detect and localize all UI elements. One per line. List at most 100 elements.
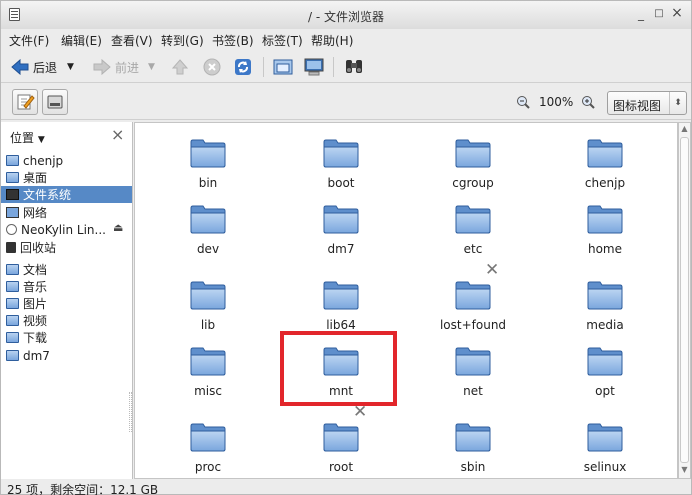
sidebar-item-desktop[interactable]: 桌面 [6,169,132,186]
up-arrow-icon [172,59,188,75]
search-button[interactable] [344,55,364,79]
folder-icon [587,280,623,310]
menu-help[interactable]: 帮助(H) [311,32,353,49]
edit-pencil-icon [17,94,35,110]
sidebar-mode-label: 位置 [10,131,35,145]
sidebar-item-videos[interactable]: 视频 [6,312,132,329]
folder-icon [323,204,359,234]
folder-item[interactable]: bin [153,132,263,196]
title-bar[interactable]: / - 文件浏览器 _ □ × [1,1,691,29]
folder-item[interactable]: dev [153,198,263,262]
zoom-level[interactable]: 100% [539,95,573,109]
folder-icon [323,280,359,310]
scroll-up-icon[interactable]: ▲ [679,124,690,136]
folder-item[interactable]: dm7 [286,198,396,262]
menu-go[interactable]: 转到(G) [161,32,204,49]
folder-item[interactable]: chenjp [550,132,660,196]
sidebar-header: 位置 ▼ × [1,122,132,146]
places-sidebar: 位置 ▼ × chenjp 桌面 文件系统 网络 NeoKylin Lin...… [1,122,133,479]
close-sidebar-icon[interactable]: × [111,125,124,144]
menu-tabs[interactable]: 标签(T) [262,32,303,49]
menu-edit[interactable]: 编辑(E) [61,32,102,49]
back-label: 后退 [33,60,58,75]
sidebar-item-label: 桌面 [23,171,48,185]
scroll-down-icon[interactable]: ▼ [679,465,690,477]
minimize-button[interactable]: _ [634,7,648,21]
view-mode-select[interactable]: 图标视图 ⬍ [607,91,687,115]
edit-location-button[interactable] [12,89,38,115]
file-icon-view[interactable]: bin boot cgroup chenjp dev dm7 etc home … [134,122,678,479]
folder-item[interactable]: lib64 [286,274,396,338]
vertical-scrollbar[interactable]: ▲ ▼ [678,122,691,479]
up-button[interactable] [172,55,188,79]
folder-item[interactable]: etc [418,198,528,262]
folder-item[interactable]: boot [286,132,396,196]
binoculars-icon [346,60,362,73]
folder-icon [455,204,491,234]
maximize-button[interactable]: □ [652,8,666,19]
sidebar-item-filesystem[interactable]: 文件系统 [1,186,132,203]
back-button[interactable]: 后退 [11,55,57,79]
folder-item[interactable]: opt [550,340,660,404]
folder-item[interactable]: home [550,198,660,262]
zoom-in-button[interactable] [581,95,595,112]
path-bar-button[interactable] [42,89,68,115]
select-arrows-icon: ⬍ [669,92,686,114]
sidebar-item-neokylin-disc[interactable]: NeoKylin Lin... ⏏ [6,221,132,238]
sidebar-item-label: dm7 [23,348,50,363]
folder-item[interactable]: sbin [418,416,528,480]
folder-item[interactable]: root ✕ [286,402,396,480]
folder-name: opt [595,384,615,398]
reload-button[interactable] [234,55,252,79]
sidebar-item-music[interactable]: 音乐 [6,278,132,295]
folder-name: etc [463,242,483,256]
zoom-out-button[interactable] [516,95,530,112]
folder-item[interactable]: selinux [550,416,660,480]
folder-item[interactable]: lib [153,274,263,338]
folder-item[interactable]: net [418,340,528,404]
folder-item[interactable]: media [550,274,660,338]
toolbar-separator [333,57,334,77]
folder-icon [587,346,623,376]
stop-button[interactable] [203,55,221,79]
sidebar-item-network[interactable]: 网络 [6,204,132,221]
folder-icon [190,422,226,452]
folder-icon [455,138,491,168]
folder-item[interactable]: lost+found ✕ [418,260,528,338]
sidebar-item-label: chenjp [23,153,64,168]
sidebar-item-label: 音乐 [23,280,48,294]
sidebar-item-label: 文件系统 [23,188,72,202]
folder-icon [190,138,226,168]
sidebar-resize-handle[interactable] [129,392,132,432]
sidebar-item-dm7[interactable]: dm7 [6,347,132,364]
folder-icon [190,204,226,234]
forward-button[interactable]: 前进 [93,55,139,79]
computer-button[interactable] [303,55,325,79]
home-button[interactable] [273,55,293,79]
drive-icon [6,189,19,200]
folder-item[interactable]: proc [153,416,263,480]
back-history-chevron-icon[interactable]: ▼ [67,55,74,79]
scrollbar-thumb[interactable] [680,137,689,463]
menu-bookmarks[interactable]: 书签(B) [212,32,254,49]
downloads-folder-icon [6,332,19,343]
folder-item[interactable]: misc [153,340,263,404]
toolbar-separator [263,57,264,77]
eject-icon[interactable]: ⏏ [113,221,123,234]
window-title: / - 文件浏览器 [307,10,384,24]
sidebar-mode-dropdown[interactable]: 位置 ▼ [10,129,45,146]
folder-icon [6,350,19,361]
sidebar-item-documents[interactable]: 文档 [6,261,132,278]
sidebar-item-chenjp[interactable]: chenjp [6,152,132,169]
status-text: 25 项，剩余空间：12.1 GB [7,483,159,495]
sidebar-item-downloads[interactable]: 下载 [6,329,132,346]
sidebar-item-pictures[interactable]: 图片 [6,295,132,312]
forward-history-chevron-icon[interactable]: ▼ [148,55,155,79]
menu-file[interactable]: 文件(F) [9,32,49,49]
network-icon [6,207,19,218]
menu-view[interactable]: 查看(V) [111,32,153,49]
close-button[interactable]: × [670,5,684,21]
folder-name: net [463,384,483,398]
sidebar-item-trash[interactable]: 回收站 [6,239,132,256]
folder-item[interactable]: cgroup [418,132,528,196]
